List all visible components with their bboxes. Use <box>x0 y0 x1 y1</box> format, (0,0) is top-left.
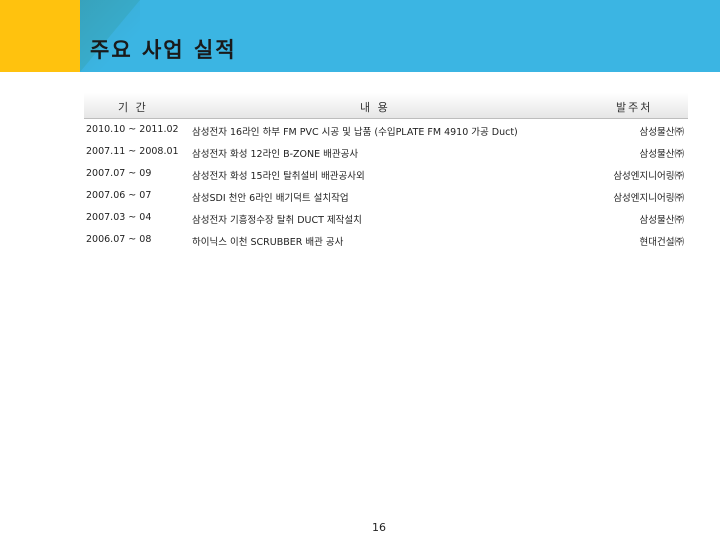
cell-period: 2006.07 ~ 08 <box>86 234 152 245</box>
cell-period: 2007.11 ~ 2008.01 <box>86 146 179 157</box>
projects-table: 기 간 내 용 발주처 2010.10 ~ 2011.02 삼성전자 16라인 … <box>84 93 688 251</box>
table-row: 2010.10 ~ 2011.02 삼성전자 16라인 하부 FM PVC 시공… <box>84 119 688 141</box>
cell-client: 현대건설㈜ <box>639 237 684 248</box>
cell-client: 삼성엔지니어링㈜ <box>613 171 684 182</box>
header-period: 기 간 <box>118 101 148 114</box>
table-header: 기 간 내 용 발주처 <box>84 93 688 119</box>
cell-period: 2010.10 ~ 2011.02 <box>86 124 179 135</box>
page-number: 16 <box>372 521 386 534</box>
cell-content: 하이닉스 이천 SCRUBBER 배관 공사 <box>192 237 344 248</box>
cell-content: 삼성전자 화성 12라인 B-ZONE 배관공사 <box>192 149 359 160</box>
table-row: 2007.03 ~ 04 삼성전자 기흥정수장 탈취 DUCT 제작설치 삼성물… <box>84 207 688 229</box>
cell-client: 삼성물산㈜ <box>639 127 684 138</box>
header-content: 내 용 <box>360 101 390 114</box>
cell-period: 2007.07 ~ 09 <box>86 168 152 179</box>
accent-block-yellow <box>0 0 80 72</box>
table-row: 2006.07 ~ 08 하이닉스 이천 SCRUBBER 배관 공사 현대건설… <box>84 229 688 251</box>
header-client: 발주처 <box>616 101 653 114</box>
table-row: 2007.06 ~ 07 삼성SDI 천안 6라인 배기덕트 설치작업 삼성엔지… <box>84 185 688 207</box>
cell-client: 삼성엔지니어링㈜ <box>613 193 684 204</box>
table-row: 2007.11 ~ 2008.01 삼성전자 화성 12라인 B-ZONE 배관… <box>84 141 688 163</box>
cell-content: 삼성전자 16라인 하부 FM PVC 시공 및 납품 (수입PLATE FM … <box>192 127 518 138</box>
cell-client: 삼성물산㈜ <box>639 215 684 226</box>
cell-period: 2007.06 ~ 07 <box>86 190 152 201</box>
page-title: 주요 사업 실적 <box>90 38 237 62</box>
cell-content: 삼성전자 기흥정수장 탈취 DUCT 제작설치 <box>192 215 362 226</box>
cell-content: 삼성전자 화성 15라인 탈취설비 배관공사외 <box>192 171 365 182</box>
cell-content: 삼성SDI 천안 6라인 배기덕트 설치작업 <box>192 193 349 204</box>
cell-client: 삼성물산㈜ <box>639 149 684 160</box>
table-row: 2007.07 ~ 09 삼성전자 화성 15라인 탈취설비 배관공사외 삼성엔… <box>84 163 688 185</box>
cell-period: 2007.03 ~ 04 <box>86 212 152 223</box>
